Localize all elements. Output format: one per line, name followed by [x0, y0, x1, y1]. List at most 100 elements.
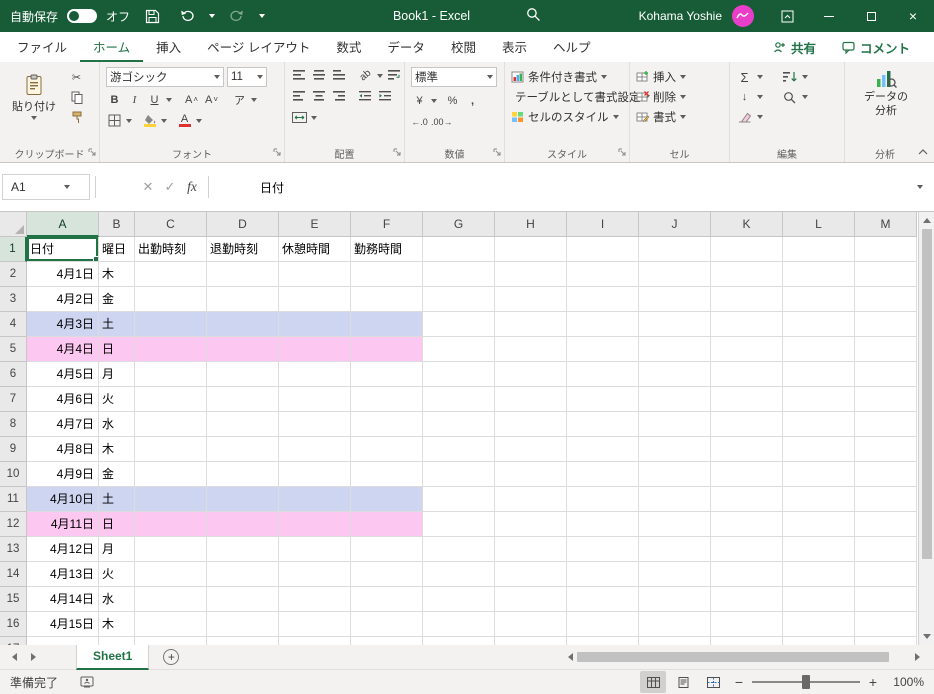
cell-E15[interactable]	[279, 587, 351, 612]
column-header-A[interactable]: A	[27, 212, 99, 237]
cell-E11[interactable]	[279, 487, 351, 512]
cell-G13[interactable]	[423, 537, 495, 562]
row-header-3[interactable]: 3	[0, 287, 27, 312]
orientation-button[interactable]: ab	[354, 64, 378, 88]
cell-J9[interactable]	[639, 437, 711, 462]
ribbon-tab-5[interactable]: データ	[374, 32, 438, 62]
row-header-6[interactable]: 6	[0, 362, 27, 387]
cell-F9[interactable]	[351, 437, 423, 462]
cell-I7[interactable]	[567, 387, 639, 412]
view-page-break-button[interactable]	[700, 671, 726, 693]
align-middle-icon[interactable]	[311, 67, 328, 84]
cell-D3[interactable]	[207, 287, 279, 312]
cell-D15[interactable]	[207, 587, 279, 612]
align-bottom-icon[interactable]	[331, 67, 348, 84]
row-header-14[interactable]: 14	[0, 562, 27, 587]
cell-E9[interactable]	[279, 437, 351, 462]
font-size-combo[interactable]: 11	[227, 67, 267, 87]
cell-K10[interactable]	[711, 462, 783, 487]
cell-A6[interactable]: 4月5日	[27, 362, 99, 387]
cell-D4[interactable]	[207, 312, 279, 337]
column-header-D[interactable]: D	[207, 212, 279, 237]
cell-E7[interactable]	[279, 387, 351, 412]
currency-button[interactable]: ¥	[411, 92, 428, 109]
cell-A8[interactable]: 4月7日	[27, 412, 99, 437]
cell-J6[interactable]	[639, 362, 711, 387]
cell-C13[interactable]	[135, 537, 207, 562]
scroll-left-icon[interactable]	[568, 653, 573, 661]
cell-E4[interactable]	[279, 312, 351, 337]
cell-F1[interactable]: 勤務時間	[351, 237, 423, 262]
cell-C11[interactable]	[135, 487, 207, 512]
cell-F3[interactable]	[351, 287, 423, 312]
cell-B13[interactable]: 月	[99, 537, 135, 562]
column-header-J[interactable]: J	[639, 212, 711, 237]
scroll-up-icon[interactable]	[922, 218, 931, 223]
cell-B14[interactable]: 火	[99, 562, 135, 587]
cell-C5[interactable]	[135, 337, 207, 362]
cell-C12[interactable]	[135, 512, 207, 537]
cell-B16[interactable]: 木	[99, 612, 135, 637]
cell-F8[interactable]	[351, 412, 423, 437]
zoom-level[interactable]: 100%	[886, 675, 924, 689]
redo-icon[interactable]	[224, 3, 250, 29]
maximize-button[interactable]	[850, 0, 892, 32]
cell-M15[interactable]	[855, 587, 917, 612]
cell-F4[interactable]	[351, 312, 423, 337]
row-header-1[interactable]: 1	[0, 237, 27, 262]
cell-H11[interactable]	[495, 487, 567, 512]
cell-D6[interactable]	[207, 362, 279, 387]
format-as-table-button[interactable]: テーブルとして書式設定	[511, 87, 651, 107]
cell-L7[interactable]	[783, 387, 855, 412]
cell-E10[interactable]	[279, 462, 351, 487]
formula-input[interactable]: 日付	[214, 174, 908, 200]
cell-K13[interactable]	[711, 537, 783, 562]
clipboard-dialog-launcher[interactable]	[88, 145, 96, 159]
sort-filter-button[interactable]	[781, 69, 798, 86]
cell-M16[interactable]	[855, 612, 917, 637]
cell-H9[interactable]	[495, 437, 567, 462]
expand-formula-bar-button[interactable]	[908, 185, 932, 189]
cell-A3[interactable]: 4月2日	[27, 287, 99, 312]
cell-J12[interactable]	[639, 512, 711, 537]
zoom-out-button[interactable]: −	[730, 671, 748, 693]
row-header-11[interactable]: 11	[0, 487, 27, 512]
cell-K6[interactable]	[711, 362, 783, 387]
cell-A12[interactable]: 4月11日	[27, 512, 99, 537]
column-header-G[interactable]: G	[423, 212, 495, 237]
cell-I10[interactable]	[567, 462, 639, 487]
cell-C10[interactable]	[135, 462, 207, 487]
ribbon-tab-8[interactable]: ヘルプ	[540, 32, 604, 62]
cell-F14[interactable]	[351, 562, 423, 587]
cell-L12[interactable]	[783, 512, 855, 537]
format-cells-button[interactable]: 書式	[636, 107, 725, 127]
cell-A13[interactable]: 4月12日	[27, 537, 99, 562]
cell-L3[interactable]	[783, 287, 855, 312]
cell-F12[interactable]	[351, 512, 423, 537]
number-format-combo[interactable]: 標準	[411, 67, 497, 87]
row-header-9[interactable]: 9	[0, 437, 27, 462]
cell-A16[interactable]: 4月15日	[27, 612, 99, 637]
cell-E8[interactable]	[279, 412, 351, 437]
clear-button[interactable]	[736, 109, 753, 126]
autosum-dropdown-icon[interactable]	[757, 75, 763, 79]
row-header-4[interactable]: 4	[0, 312, 27, 337]
cell-I14[interactable]	[567, 562, 639, 587]
cell-E13[interactable]	[279, 537, 351, 562]
cell-C16[interactable]	[135, 612, 207, 637]
comma-style-button[interactable]: ,	[464, 92, 481, 109]
row-header-8[interactable]: 8	[0, 412, 27, 437]
autosum-button[interactable]: Σ	[736, 69, 753, 86]
cell-H6[interactable]	[495, 362, 567, 387]
cell-J4[interactable]	[639, 312, 711, 337]
cell-K14[interactable]	[711, 562, 783, 587]
column-header-C[interactable]: C	[135, 212, 207, 237]
cell-I13[interactable]	[567, 537, 639, 562]
insert-cells-button[interactable]: 挿入	[636, 67, 725, 87]
row-header-17[interactable]: 17	[0, 637, 27, 645]
underline-button[interactable]: U	[146, 91, 163, 108]
cell-B9[interactable]: 木	[99, 437, 135, 462]
ribbon-tab-2[interactable]: 挿入	[143, 32, 194, 62]
cell-I8[interactable]	[567, 412, 639, 437]
cell-E12[interactable]	[279, 512, 351, 537]
